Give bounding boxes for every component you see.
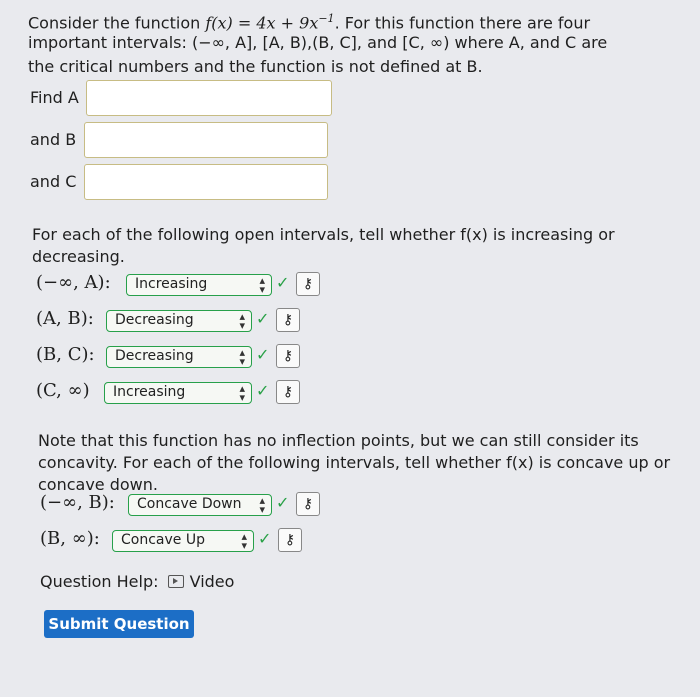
question-page: Consider the function f(x) = 4x + 9x−1. … (0, 0, 700, 697)
concavity-note-2: concavity. For each of the following int… (38, 453, 671, 472)
function-expression: f(x) = 4x + 9x (205, 13, 319, 33)
select-value: Decreasing (115, 312, 194, 328)
increasing-instruction-2: decreasing. (32, 247, 125, 266)
find-a-label: Find A (30, 88, 79, 107)
select-value: Increasing (135, 276, 208, 292)
select-value: Concave Up (121, 532, 205, 548)
check-icon: ✓ (256, 381, 270, 400)
select-arrows-icon: ▴ ▾ (259, 274, 265, 296)
check-icon: ✓ (276, 493, 290, 512)
video-icon (167, 575, 184, 588)
interval-label: (−∞, B): (40, 492, 115, 513)
question-line-1: Consider the function f(x) = 4x + 9x−1. … (28, 8, 590, 34)
key-icon[interactable]: ⚷ (278, 528, 302, 552)
question-line-2: important intervals: (−∞, A], [A, B),(B,… (28, 33, 608, 52)
key-icon[interactable]: ⚷ (276, 308, 300, 332)
increasing-instruction-1: For each of the following open intervals… (32, 225, 615, 244)
find-a-input[interactable] (86, 80, 332, 116)
select-arrows-icon: ▴ ▾ (239, 382, 245, 404)
select-arrows-icon: ▴ ▾ (239, 346, 245, 368)
interval-label: (B, ∞): (40, 528, 100, 549)
key-icon[interactable]: ⚷ (296, 272, 320, 296)
video-link[interactable]: Video (164, 572, 235, 591)
check-icon: ✓ (276, 273, 290, 292)
select-value: Increasing (113, 384, 186, 400)
interval-label: (−∞, A): (36, 272, 111, 293)
concavity-select[interactable]: Concave Down ▴ ▾ (128, 494, 272, 516)
question-intro-rest: . For this function there are four (334, 13, 591, 33)
and-b-input[interactable] (84, 122, 328, 158)
increasing-select[interactable]: Increasing ▴ ▾ (104, 382, 252, 404)
question-line-3: the critical numbers and the function is… (28, 57, 483, 76)
and-c-label: and C (30, 172, 77, 191)
select-arrows-icon: ▴ ▾ (259, 494, 265, 516)
interval-label: (B, C): (36, 344, 95, 365)
and-c-input[interactable] (84, 164, 328, 200)
question-intro: Consider the function (28, 13, 206, 33)
key-icon[interactable]: ⚷ (276, 344, 300, 368)
submit-question-button[interactable]: Submit Question (44, 610, 194, 638)
increasing-select[interactable]: Increasing ▴ ▾ (126, 274, 272, 296)
question-help-label: Question Help: (40, 572, 159, 591)
increasing-select[interactable]: Decreasing ▴ ▾ (106, 310, 252, 332)
question-help: Question Help: Video (40, 572, 234, 591)
check-icon: ✓ (256, 345, 270, 364)
interval-label: (C, ∞) (36, 380, 90, 401)
function-exponent: −1 (318, 12, 335, 25)
video-label: Video (189, 572, 235, 591)
select-value: Decreasing (115, 348, 194, 364)
and-b-label: and B (30, 130, 77, 149)
concavity-note-1: Note that this function has no inflectio… (38, 431, 639, 450)
select-arrows-icon: ▴ ▾ (239, 310, 245, 332)
interval-label: (A, B): (36, 308, 94, 329)
select-arrows-icon: ▴ ▾ (241, 530, 247, 552)
increasing-select[interactable]: Decreasing ▴ ▾ (106, 346, 252, 368)
concavity-select[interactable]: Concave Up ▴ ▾ (112, 530, 254, 552)
key-icon[interactable]: ⚷ (276, 380, 300, 404)
key-icon[interactable]: ⚷ (296, 492, 320, 516)
check-icon: ✓ (256, 309, 270, 328)
check-icon: ✓ (258, 529, 272, 548)
select-value: Concave Down (137, 496, 242, 512)
